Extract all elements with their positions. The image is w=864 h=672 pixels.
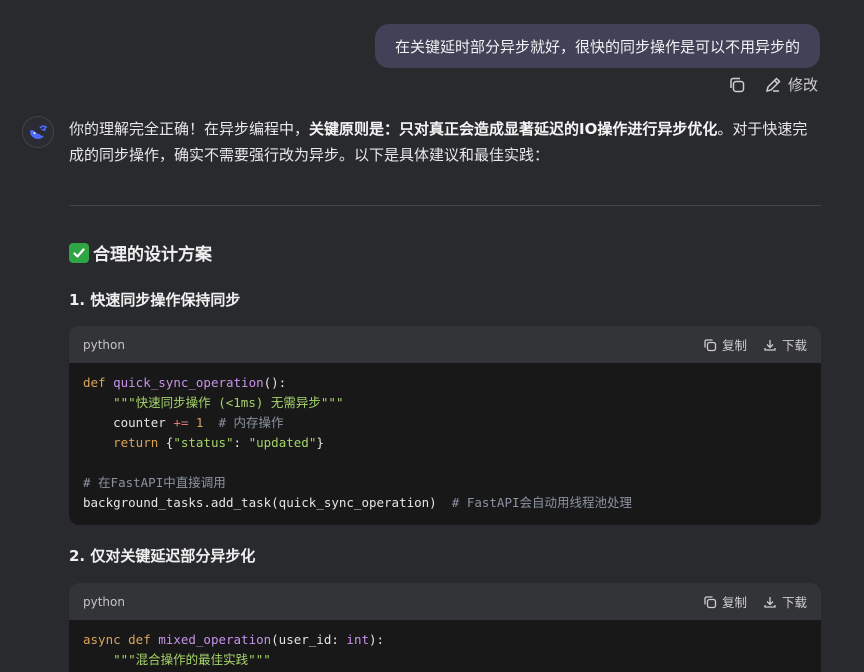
code-actions: 复制 下载	[703, 335, 807, 354]
subsection-title-1: 1. 快速同步操作保持同步	[69, 291, 241, 309]
code-content: def quick_sync_operation(): """快速同步操作 (<…	[69, 363, 821, 525]
copy-icon	[704, 595, 717, 608]
copy-code-label: 复制	[721, 338, 747, 353]
section-title: 合理的设计方案	[69, 240, 212, 265]
code-token: ():	[263, 375, 287, 390]
code-comment: # 内存操作	[203, 415, 284, 430]
code-token: counter	[113, 415, 174, 430]
copy-code-button[interactable]: 复制	[703, 335, 747, 354]
code-content: async def mixed_operation(user_id: int):…	[69, 620, 821, 672]
download-icon	[764, 596, 776, 608]
download-code-label: 下载	[781, 338, 807, 353]
check-mark-icon	[69, 242, 89, 263]
section-title-text: 合理的设计方案	[93, 245, 212, 265]
code-comment: # FastAPI会自动用线程池处理	[436, 495, 633, 510]
code-token: mixed_operation	[158, 632, 272, 647]
message-actions: 修改	[728, 74, 818, 95]
code-block-header: python 复制 下载	[69, 326, 821, 363]
copy-code-button[interactable]: 复制	[703, 592, 747, 611]
code-comment: # 在FastAPI中直接调用	[83, 475, 226, 490]
code-language: python	[83, 594, 125, 609]
pencil-icon	[765, 76, 781, 92]
code-block-2: python 复制 下载 async def mixed_operation(u…	[69, 583, 821, 672]
edit-message-button[interactable]: 修改	[764, 74, 818, 95]
code-token: ):	[369, 632, 385, 647]
code-language: python	[83, 337, 125, 352]
code-block-header: python 复制 下载	[69, 583, 821, 620]
user-message-bubble: 在关键延时部分异步就好，很快的同步操作是可以不用异步的	[374, 24, 820, 68]
code-token: int	[346, 632, 369, 647]
whale-logo-icon	[30, 125, 48, 139]
code-token: async def	[83, 632, 151, 647]
code-token: }	[316, 435, 324, 450]
code-token: return	[113, 435, 159, 450]
intro-paragraph: 你的理解完全正确！在异步编程中，关键原则是：只对真正会造成显著延迟的IO操作进行…	[69, 116, 821, 168]
download-code-label: 下载	[781, 595, 807, 610]
copy-code-label: 复制	[721, 595, 747, 610]
code-token: """混合操作的最佳实践"""	[113, 652, 271, 667]
code-token: "updated"	[248, 435, 317, 450]
code-token: (user_id:	[271, 632, 347, 647]
code-token: :	[233, 435, 249, 450]
code-token: {	[158, 435, 174, 450]
intro-text-1: 你的理解完全正确！在异步编程中，	[69, 120, 310, 138]
code-token: "status"	[173, 435, 234, 450]
intro-bold-principle: 关键原则是：只对真正会造成显著延迟的IO操作进行异步优化	[309, 120, 718, 138]
copy-icon	[730, 77, 745, 92]
edit-label: 修改	[787, 76, 818, 94]
code-token: 1	[188, 415, 204, 430]
code-actions: 复制 下载	[703, 592, 807, 611]
code-token: +=	[173, 415, 189, 430]
code-token: quick_sync_operation	[113, 375, 264, 390]
divider	[69, 205, 821, 206]
code-token: def	[83, 375, 106, 390]
copy-icon	[704, 338, 717, 351]
assistant-reply: 你的理解完全正确！在异步编程中，关键原则是：只对真正会造成显著延迟的IO操作进行…	[69, 116, 821, 168]
subsection-title-2: 2. 仅对关键延迟部分异步化	[69, 547, 256, 565]
copy-message-button[interactable]	[728, 76, 746, 94]
assistant-avatar	[22, 116, 54, 148]
code-block-1: python 复制 下载 def quick_sync_operation():…	[69, 326, 821, 525]
download-code-button[interactable]: 下载	[763, 592, 807, 611]
download-icon	[764, 339, 776, 351]
code-token: """快速同步操作 (<1ms) 无需异步"""	[113, 395, 344, 410]
user-message-text: 在关键延时部分异步就好，很快的同步操作是可以不用异步的	[394, 37, 800, 56]
code-token: background_tasks.add_task(quick_sync_ope…	[83, 495, 437, 510]
download-code-button[interactable]: 下载	[763, 335, 807, 354]
